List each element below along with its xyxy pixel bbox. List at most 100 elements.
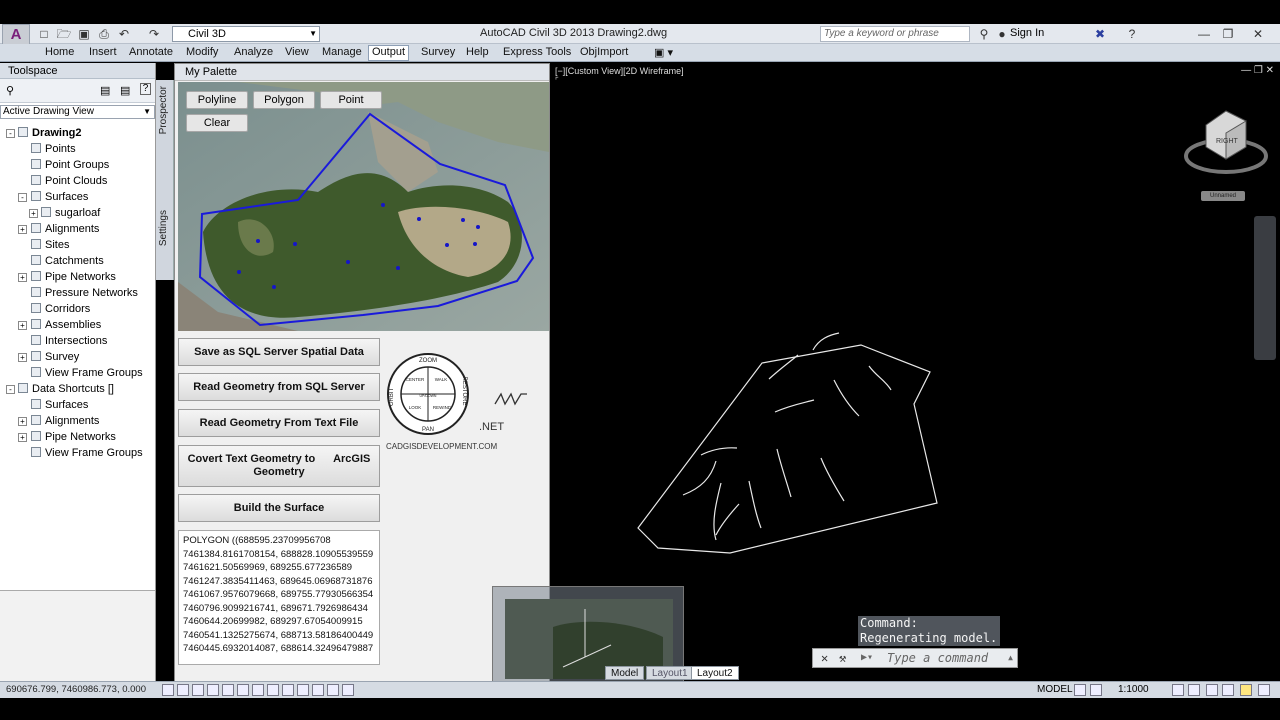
dyn-icon[interactable] bbox=[282, 684, 294, 696]
tab-output[interactable]: Output bbox=[368, 45, 410, 61]
help-icon[interactable]: ? bbox=[140, 83, 151, 95]
tab-manage[interactable]: Manage bbox=[322, 46, 362, 58]
polyline-button[interactable]: Polyline bbox=[186, 91, 248, 109]
polygon-button[interactable]: Polygon bbox=[253, 91, 315, 109]
expand-icon[interactable]: + bbox=[18, 433, 27, 442]
workspace-switch-icon[interactable] bbox=[1206, 684, 1218, 696]
navigation-bar[interactable] bbox=[1254, 216, 1276, 360]
exchange-icon[interactable]: ✖ bbox=[1092, 26, 1108, 42]
tree-item[interactable]: + Alignments bbox=[18, 221, 99, 237]
undo-icon[interactable]: ↶ bbox=[116, 26, 132, 42]
list-icon[interactable]: ▤ bbox=[120, 84, 130, 97]
tree-item[interactable]: Point Clouds bbox=[31, 173, 107, 189]
tab-view[interactable]: View bbox=[285, 46, 309, 58]
tab-insert[interactable]: Insert bbox=[89, 46, 117, 58]
tab-help[interactable]: Help bbox=[466, 46, 489, 58]
open-icon[interactable]: 🗁 bbox=[56, 26, 72, 42]
tab-layout1[interactable]: Layout1 bbox=[646, 666, 694, 680]
tab-annotate[interactable]: Annotate bbox=[129, 46, 173, 58]
tab-express-tools[interactable]: Express Tools bbox=[503, 46, 571, 58]
tab-settings[interactable]: Settings bbox=[158, 210, 169, 246]
tree-item[interactable]: Points bbox=[31, 141, 76, 157]
tree-item[interactable]: - Drawing2 bbox=[6, 125, 82, 141]
read-text-file-button[interactable]: Read Geometry From Text File bbox=[178, 409, 380, 437]
save-sql-button[interactable]: Save as SQL Server Spatial Data bbox=[178, 338, 380, 366]
chevron-up-icon[interactable]: ▲ bbox=[1008, 649, 1013, 667]
tree-item[interactable]: Sites bbox=[31, 237, 69, 253]
viewcube[interactable]: RIGHT bbox=[1181, 103, 1271, 183]
tree-item[interactable]: + Pipe Networks bbox=[18, 269, 116, 285]
quick-properties-icon[interactable] bbox=[327, 684, 339, 696]
search-icon[interactable]: ⚲ bbox=[6, 84, 14, 97]
quick-view-layouts-icon[interactable] bbox=[1074, 684, 1086, 696]
build-surface-button[interactable]: Build the Surface bbox=[178, 494, 380, 522]
sign-in-link[interactable]: Sign In bbox=[1010, 27, 1044, 39]
coordinate-readout[interactable]: 690676.799, 7460986.773, 0.000 bbox=[6, 684, 146, 695]
ducs-icon[interactable] bbox=[267, 684, 279, 696]
expand-icon[interactable]: + bbox=[18, 225, 27, 234]
tree-item[interactable]: - Data Shortcuts [] bbox=[6, 381, 114, 397]
new-icon[interactable]: □ bbox=[36, 26, 52, 42]
read-sql-button[interactable]: Read Geometry from SQL Server bbox=[178, 373, 380, 401]
tab-objimport[interactable]: ObjImport bbox=[580, 46, 628, 58]
tab-model[interactable]: Model bbox=[605, 666, 645, 680]
tree-item[interactable]: Intersections bbox=[31, 333, 107, 349]
search-icon[interactable]: ⚲ bbox=[976, 26, 992, 42]
command-line[interactable]: ✕ ⚒ ▶▾ Type a command ▲ bbox=[812, 648, 1018, 668]
snap-icon[interactable] bbox=[162, 684, 174, 696]
tree-item[interactable]: + Survey bbox=[18, 349, 79, 365]
panel-icon[interactable]: ▤ bbox=[100, 84, 110, 97]
minimize-icon[interactable]: — bbox=[1196, 26, 1212, 42]
tab-home[interactable]: Home bbox=[45, 46, 74, 58]
tab-analyze[interactable]: Analyze bbox=[234, 46, 273, 58]
restore-icon[interactable]: ❐ bbox=[1220, 26, 1236, 42]
close-icon[interactable]: ✕ bbox=[821, 649, 828, 667]
model-space-toggle[interactable]: MODEL bbox=[1037, 684, 1073, 695]
tab-modify[interactable]: Modify bbox=[186, 46, 218, 58]
selection-cycling-icon[interactable] bbox=[342, 684, 354, 696]
annotation-scale[interactable]: 1:1000 bbox=[1118, 684, 1149, 695]
auto-scale-icon[interactable] bbox=[1188, 684, 1200, 696]
wkt-output-textbox[interactable]: POLYGON ((688595.23709956708 7461384.8161… bbox=[178, 530, 380, 665]
close-icon[interactable]: ✕ bbox=[1250, 26, 1266, 42]
otrack-icon[interactable] bbox=[252, 684, 264, 696]
expand-icon[interactable]: + bbox=[18, 321, 27, 330]
tab-layout2[interactable]: Layout2 bbox=[691, 666, 739, 680]
tab-prospector[interactable]: Prospector bbox=[158, 86, 169, 134]
annotation-visibility-icon[interactable] bbox=[1172, 684, 1184, 696]
quick-view-drawings-icon[interactable] bbox=[1090, 684, 1102, 696]
tree-item[interactable]: Pressure Networks bbox=[31, 285, 138, 301]
tree-item[interactable]: Catchments bbox=[31, 253, 104, 269]
clean-screen-icon[interactable] bbox=[1258, 684, 1270, 696]
tree-item[interactable]: Point Groups bbox=[31, 157, 109, 173]
workspace-dropdown[interactable]: Civil 3D ▼ bbox=[172, 26, 320, 42]
tab-survey[interactable]: Survey bbox=[421, 46, 455, 58]
clear-button[interactable]: Clear bbox=[186, 114, 248, 132]
expand-icon[interactable]: + bbox=[29, 209, 38, 218]
tree-item[interactable]: View Frame Groups bbox=[31, 365, 143, 381]
tree-item[interactable]: View Frame Groups bbox=[31, 445, 143, 461]
expand-icon[interactable]: + bbox=[18, 273, 27, 282]
ortho-icon[interactable] bbox=[192, 684, 204, 696]
polar-icon[interactable] bbox=[207, 684, 219, 696]
lineweight-icon[interactable] bbox=[297, 684, 309, 696]
tree-item[interactable]: + Assemblies bbox=[18, 317, 101, 333]
help-icon[interactable]: ? bbox=[1124, 26, 1140, 42]
tree-item[interactable]: + Alignments bbox=[18, 413, 99, 429]
prompt-icon[interactable]: ▶▾ bbox=[861, 649, 873, 667]
wrench-icon[interactable]: ⚒ bbox=[839, 649, 846, 667]
search-input[interactable]: Type a keyword or phrase bbox=[820, 26, 970, 42]
collapse-icon[interactable]: - bbox=[6, 385, 15, 394]
hardware-acceleration-icon[interactable] bbox=[1240, 684, 1252, 696]
print-icon[interactable]: ⎙ bbox=[96, 26, 112, 42]
command-input[interactable]: Type a command bbox=[887, 649, 988, 667]
point-button[interactable]: Point bbox=[320, 91, 382, 109]
transparency-icon[interactable] bbox=[312, 684, 324, 696]
grid-icon[interactable] bbox=[177, 684, 189, 696]
aerial-map[interactable]: Polyline Polygon Point Clear bbox=[178, 82, 549, 331]
collapse-icon[interactable]: - bbox=[18, 193, 27, 202]
view-select[interactable]: Active Drawing View ▼ bbox=[0, 105, 155, 119]
tree-item[interactable]: Corridors bbox=[31, 301, 90, 317]
viewcube-ucs-tag[interactable]: Unnamed bbox=[1201, 191, 1245, 201]
convert-arcgis-button[interactable]: Covert Text Geometry to ArcGIS Geometry bbox=[178, 445, 380, 487]
